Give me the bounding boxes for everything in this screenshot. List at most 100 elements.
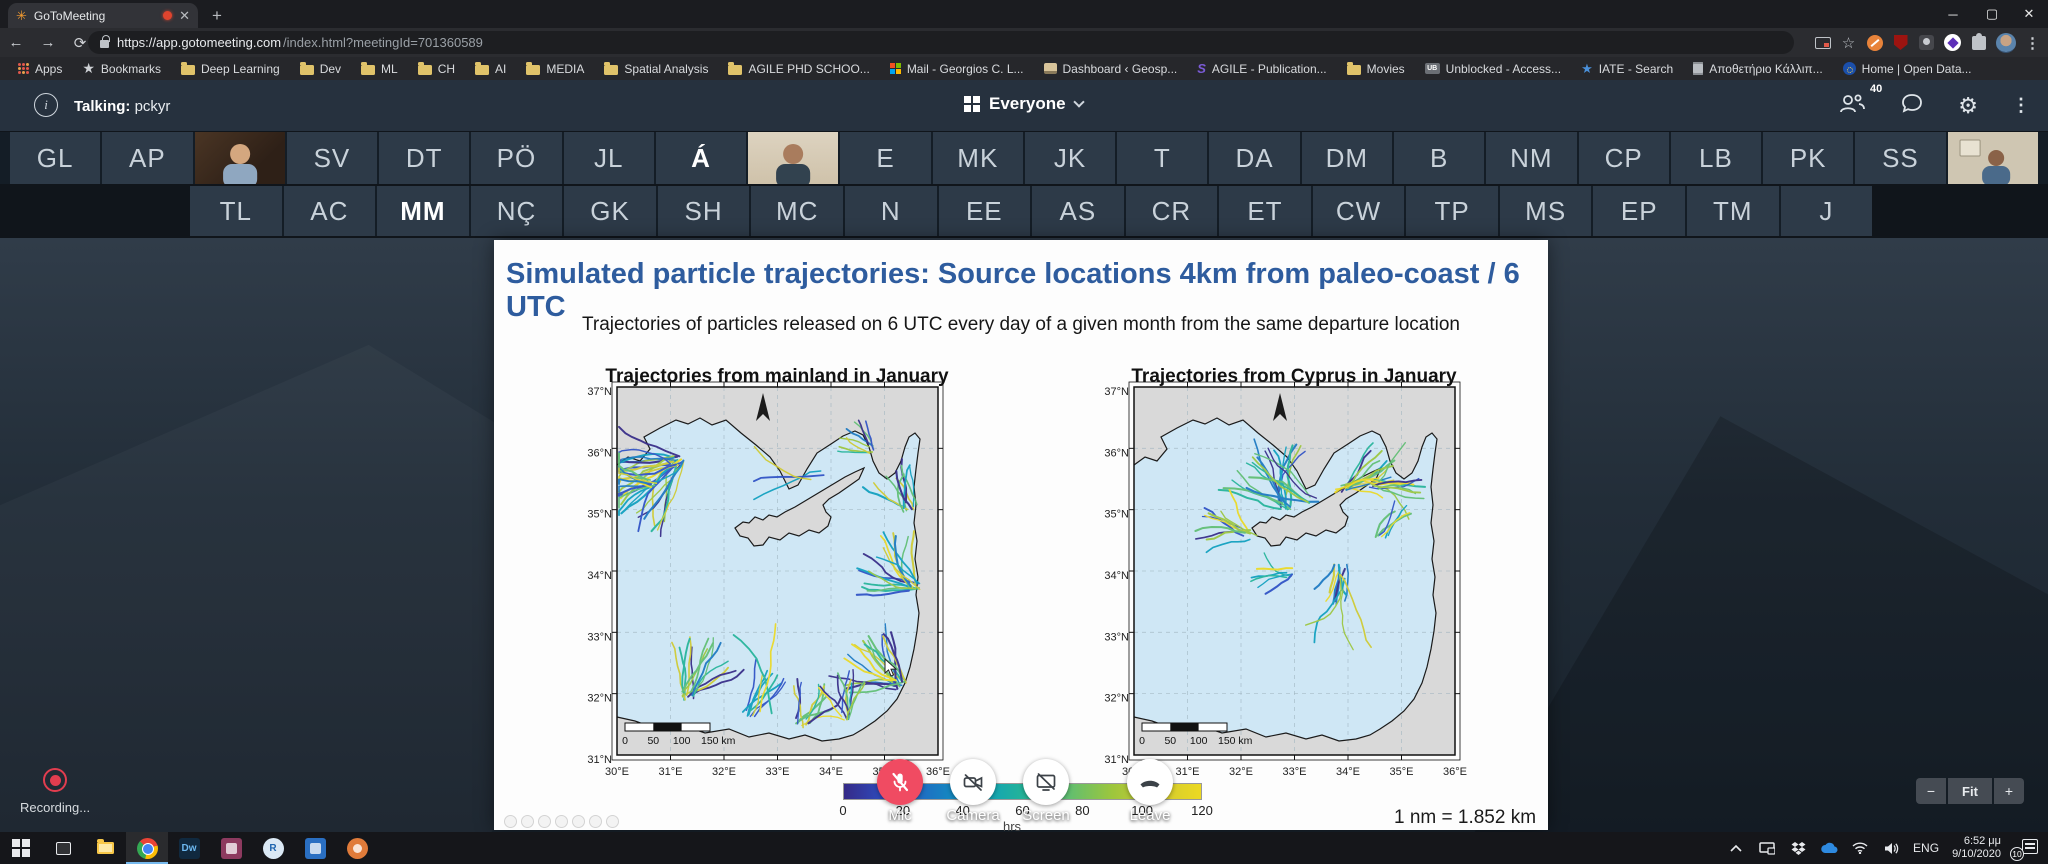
bookmark-item[interactable]: SAGILE - Publication...: [1189, 59, 1334, 78]
bookmark-item[interactable]: CH: [410, 59, 463, 78]
taskbar-letter-r-icon[interactable]: R: [252, 832, 294, 864]
participants-button[interactable]: 40: [1838, 92, 1866, 119]
participant-tile[interactable]: J: [1781, 186, 1873, 236]
taskbar-square-icon[interactable]: [210, 832, 252, 864]
taskbar-explorer-icon[interactable]: [84, 832, 126, 864]
window-maximize-button[interactable]: ▢: [1972, 0, 2012, 28]
participant-tile[interactable]: T: [1117, 132, 1207, 184]
participant-tile[interactable]: ET: [1219, 186, 1311, 236]
bookmark-item[interactable]: Dev: [292, 59, 349, 78]
bookmark-item[interactable]: MEDIA: [518, 59, 592, 78]
browser-menu-icon[interactable]: ⋮: [2025, 34, 2040, 52]
screen-share-button[interactable]: [1023, 759, 1069, 805]
participant-tile[interactable]: LB: [1671, 132, 1761, 184]
forward-button[interactable]: →: [32, 34, 64, 51]
taskbar-start-icon[interactable]: [0, 832, 42, 864]
action-center-icon[interactable]: 10: [2014, 838, 2038, 858]
participant-video-tile[interactable]: [748, 132, 838, 184]
participant-tile[interactable]: E: [840, 132, 930, 184]
bookmark-item[interactable]: ★Bookmarks: [74, 59, 169, 78]
bookmark-item[interactable]: ★IATE - Search: [1573, 59, 1681, 78]
wifi-tray-icon[interactable]: [1851, 839, 1869, 857]
settings-gear-icon[interactable]: ⚙: [1958, 95, 1978, 117]
camera-button[interactable]: [950, 759, 996, 805]
taskbar-taskview-icon[interactable]: [42, 832, 84, 864]
bookmark-item[interactable]: Mail - Georgios C. L...: [882, 59, 1032, 78]
participant-tile[interactable]: N: [845, 186, 937, 236]
info-icon[interactable]: i: [34, 93, 58, 117]
participant-video-tile[interactable]: [195, 132, 285, 184]
extensions-puzzle-icon[interactable]: [1970, 34, 1987, 51]
participant-tile[interactable]: B: [1394, 132, 1484, 184]
participant-tile[interactable]: MS: [1500, 186, 1592, 236]
taskbar-letter-dw-icon[interactable]: Dw: [168, 832, 210, 864]
participant-tile[interactable]: EE: [939, 186, 1031, 236]
bookmark-item[interactable]: Movies: [1339, 59, 1413, 78]
zoom-fit-button[interactable]: Fit: [1948, 778, 1992, 804]
bookmark-item[interactable]: UBUnblocked - Access...: [1417, 59, 1569, 78]
bookmark-star-icon[interactable]: ☆: [1840, 34, 1857, 51]
taskbar-square-icon[interactable]: [294, 832, 336, 864]
tab-close-icon[interactable]: ✕: [179, 9, 190, 22]
onedrive-tray-icon[interactable]: [1820, 839, 1838, 857]
participant-tile[interactable]: DM: [1302, 132, 1392, 184]
participant-tile[interactable]: GK: [564, 186, 656, 236]
participant-tile[interactable]: JK: [1025, 132, 1115, 184]
participant-tile[interactable]: SS: [1855, 132, 1945, 184]
extension-lightbulb-icon[interactable]: [1918, 34, 1935, 51]
keyboard-language[interactable]: ENG: [1913, 841, 1939, 855]
participant-tile[interactable]: EP: [1593, 186, 1685, 236]
bookmark-item[interactable]: Home | Open Data...: [1835, 59, 1980, 78]
window-minimize-button[interactable]: ─: [1933, 0, 1973, 28]
participant-tile[interactable]: AP: [102, 132, 192, 184]
participant-tile[interactable]: TM: [1687, 186, 1779, 236]
participant-tile[interactable]: AC: [284, 186, 376, 236]
participant-tile[interactable]: NM: [1486, 132, 1576, 184]
taskbar-circle-icon[interactable]: [336, 832, 378, 864]
bookmark-item[interactable]: Apps: [10, 59, 70, 78]
participant-tile[interactable]: JL: [564, 132, 654, 184]
more-options-icon[interactable]: ⋮: [2012, 95, 2030, 116]
participant-tile[interactable]: DT: [379, 132, 469, 184]
bookmark-item[interactable]: Αποθετήριο Κάλλιπ...: [1685, 59, 1830, 78]
participant-tile[interactable]: CP: [1579, 132, 1669, 184]
participant-video-tile[interactable]: [1948, 132, 2038, 184]
zoom-out-button[interactable]: −: [1916, 778, 1946, 804]
new-tab-button[interactable]: +: [212, 6, 222, 26]
bookmark-item[interactable]: Dashboard ‹ Geosp...: [1036, 59, 1186, 78]
participant-tile[interactable]: SV: [287, 132, 377, 184]
extension-diamond-icon[interactable]: [1944, 34, 1961, 51]
participant-tile[interactable]: PÖ: [471, 132, 561, 184]
zoom-in-button[interactable]: +: [1994, 778, 2024, 804]
participant-tile[interactable]: Á: [656, 132, 746, 184]
browser-tab-gotomeeting[interactable]: ✳ GoToMeeting ✕: [8, 3, 198, 28]
participant-tile[interactable]: SH: [658, 186, 750, 236]
participant-tile[interactable]: NÇ: [471, 186, 563, 236]
extension-orange-icon[interactable]: [1866, 34, 1883, 51]
participant-tile[interactable]: TL: [190, 186, 282, 236]
participant-tile[interactable]: AS: [1032, 186, 1124, 236]
window-close-button[interactable]: ✕: [2009, 0, 2048, 28]
taskbar-chrome-icon[interactable]: [126, 832, 168, 864]
bookmark-item[interactable]: Deep Learning: [173, 59, 288, 78]
extension-ublock-icon[interactable]: [1892, 34, 1909, 51]
participant-tile[interactable]: DA: [1209, 132, 1299, 184]
mic-button[interactable]: [877, 759, 923, 805]
chat-button[interactable]: [1900, 92, 1924, 119]
participant-tile[interactable]: GL: [10, 132, 100, 184]
participant-tile[interactable]: MC: [751, 186, 843, 236]
bookmark-item[interactable]: AI: [467, 59, 514, 78]
display-tray-icon[interactable]: [1758, 839, 1776, 857]
volume-tray-icon[interactable]: [1882, 839, 1900, 857]
participant-tile[interactable]: CR: [1126, 186, 1218, 236]
participant-tile[interactable]: PK: [1763, 132, 1853, 184]
taskbar-clock[interactable]: 6:52 μμ 9/10/2020: [1952, 835, 2001, 861]
recording-icon[interactable]: [43, 768, 67, 792]
url-bar[interactable]: https://app.gotomeeting.com /index.html?…: [88, 31, 1794, 54]
browser-profile-avatar[interactable]: [1996, 33, 2016, 53]
bookmark-item[interactable]: Spatial Analysis: [596, 59, 716, 78]
audience-selector[interactable]: Everyone: [964, 94, 1083, 114]
participant-tile[interactable]: MK: [933, 132, 1023, 184]
bookmark-item[interactable]: AGILE PHD SCHOO...: [720, 59, 877, 78]
tray-expand-icon[interactable]: [1727, 839, 1745, 857]
